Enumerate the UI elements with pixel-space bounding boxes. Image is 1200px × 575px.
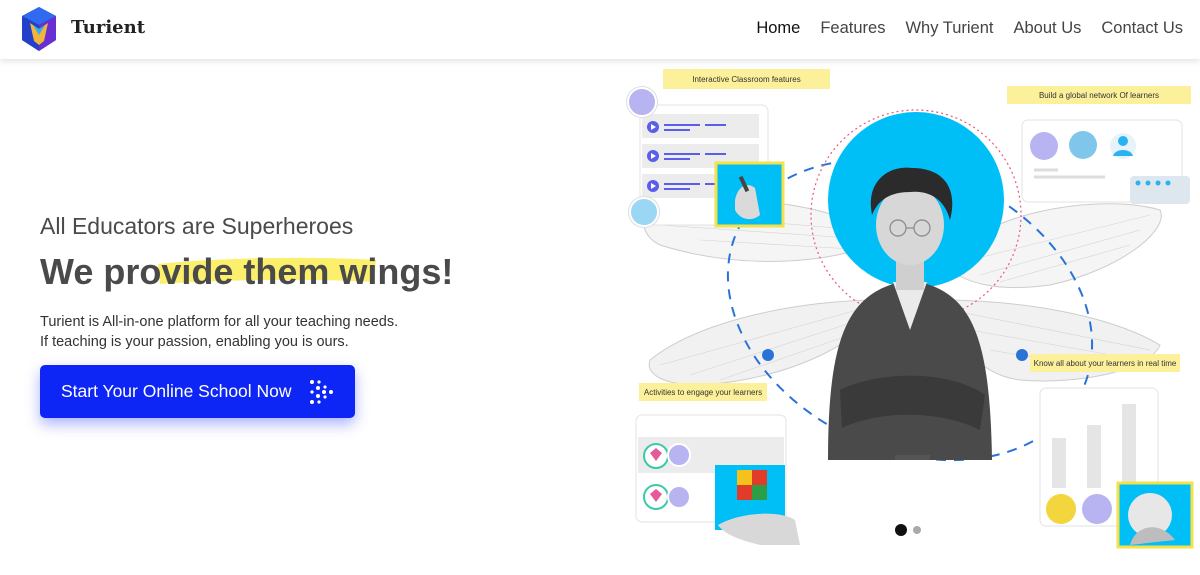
main-nav: Home Features Why Turient About Us Conta… [756,19,1183,38]
learner-avatar-icon [667,443,691,467]
learner-avatar-icon [1082,494,1112,524]
learner-avatar-icon [627,87,657,117]
tag-activities: Activities to engage your learners [639,383,767,401]
carousel-dot-1[interactable] [895,524,907,536]
nav-home-link[interactable]: Home [756,19,800,38]
carousel-dot-2[interactable] [913,526,921,534]
tag-global-network: Build a global network Of learners [1007,86,1191,104]
learner-avatar-icon [1030,132,1058,160]
tag-real-time: Know all about your learners in real tim… [1030,354,1180,372]
nav-about-us-link[interactable]: About Us [1014,19,1082,38]
hero-description: Turient is All-in-one platform for all y… [40,312,398,352]
dotted-arrow-icon [310,380,333,404]
learner-avatar-icon [629,197,659,227]
brand-name[interactable]: Turient [71,17,145,38]
nav-features-link[interactable]: Features [820,19,885,38]
tag-interactive-classroom: Interactive Classroom features [663,69,830,89]
hero-illustration: Interactive Classroom features Build a g… [600,60,1200,575]
cta-label: Start Your Online School Now [61,381,292,401]
learner-avatar-icon [667,485,691,509]
start-online-school-button[interactable]: Start Your Online School Now [40,365,355,418]
nav-contact-us-link[interactable]: Contact Us [1101,19,1183,38]
top-navbar: Turient Home Features Why Turient About … [0,0,1200,59]
learner-avatar-icon [1069,131,1097,159]
hero-description-line-2: If teaching is your passion, enabling yo… [40,334,349,350]
nav-why-turient-link[interactable]: Why Turient [905,19,993,38]
learner-avatar-icon [1046,494,1076,524]
carousel-pagination [895,524,921,536]
hero-description-line-1: Turient is All-in-one platform for all y… [40,314,399,330]
hero-eyebrow: All Educators are Superheroes [40,213,354,239]
hero-headline: We provide them wings! [40,251,454,292]
turient-logo-icon[interactable] [20,5,58,53]
